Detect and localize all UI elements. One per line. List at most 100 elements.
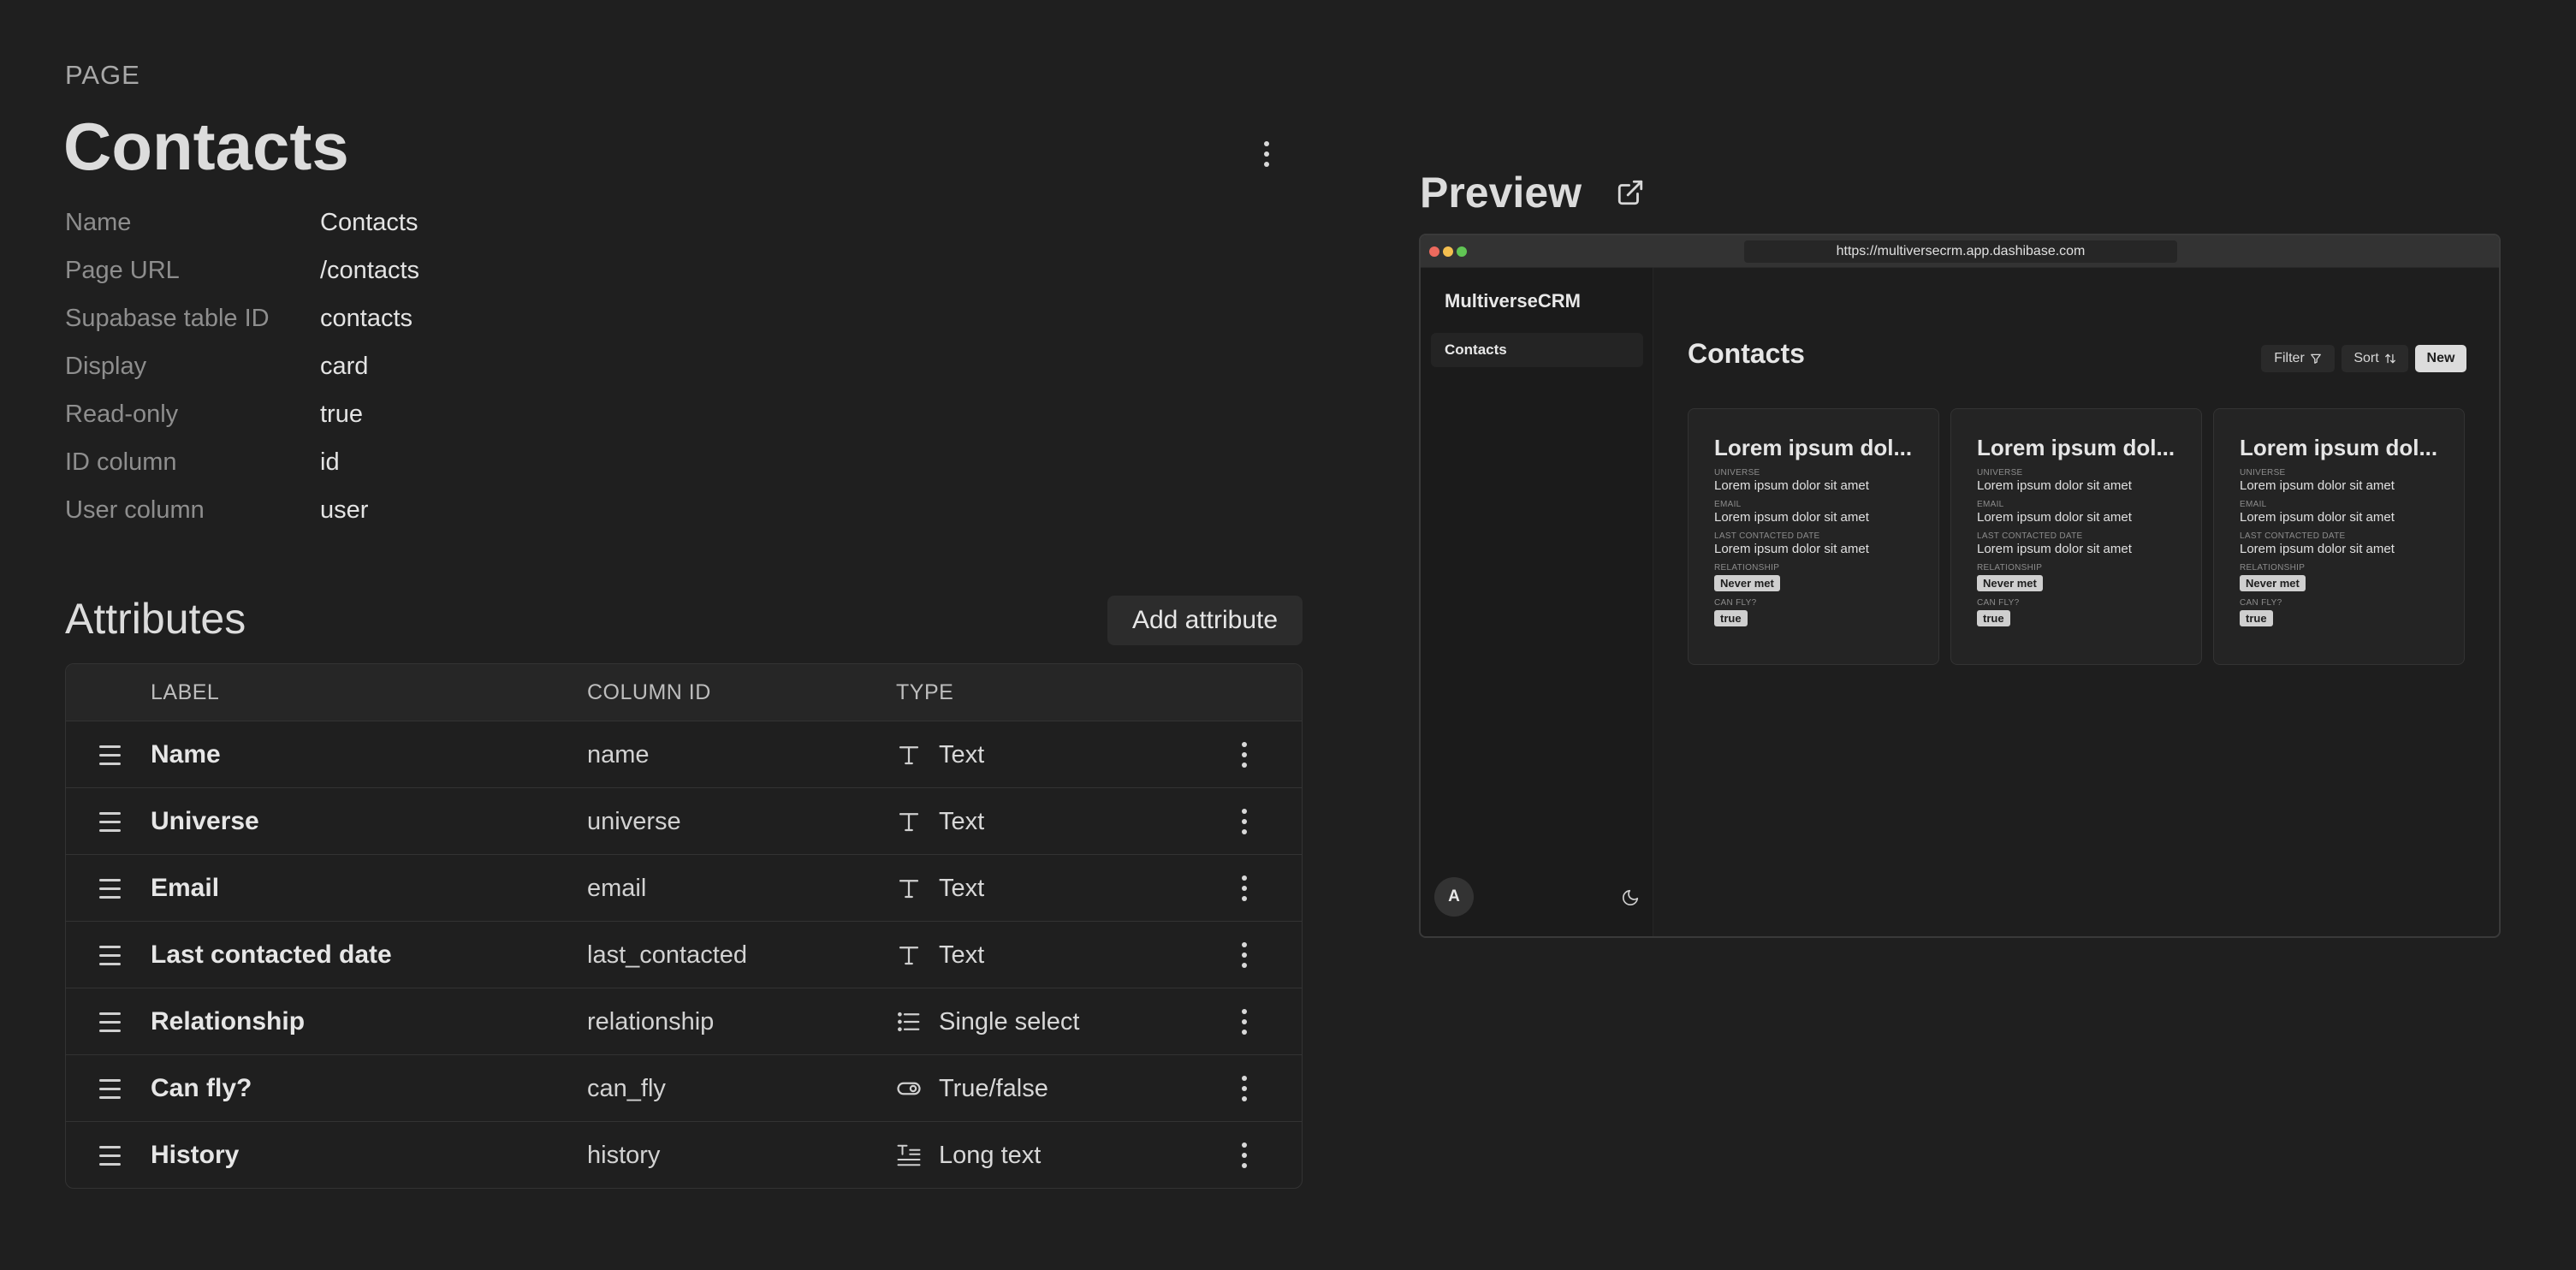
text-type-icon bbox=[899, 880, 919, 899]
card-field-label: RELATIONSHIP bbox=[1714, 563, 1780, 573]
row-more-button[interactable] bbox=[1232, 788, 1257, 855]
property-row: User column user bbox=[65, 486, 750, 534]
preview-filter-button[interactable]: Filter bbox=[2261, 345, 2335, 372]
preview-heading: Preview bbox=[1420, 169, 1582, 217]
external-link-icon[interactable] bbox=[1616, 178, 1645, 207]
relationship-tag: Never met bbox=[1714, 575, 1780, 591]
card-field-label: CAN FLY? bbox=[2240, 598, 2282, 608]
attribute-type: Single select bbox=[896, 988, 1079, 1055]
drag-handle-icon[interactable] bbox=[97, 855, 122, 922]
attribute-type-label: Single select bbox=[939, 1007, 1080, 1036]
preview-new-button[interactable]: New bbox=[2415, 345, 2466, 372]
table-row[interactable]: Relationship relationship Single select bbox=[66, 988, 1302, 1055]
table-row[interactable]: Name name Text bbox=[66, 721, 1302, 788]
text-type-icon bbox=[899, 813, 919, 832]
page-eyebrow: PAGE bbox=[65, 60, 140, 90]
attributes-table: LABEL COLUMN ID TYPE Name name Text Univ… bbox=[65, 663, 1303, 1189]
property-value: /contacts bbox=[320, 256, 420, 284]
list-icon bbox=[898, 1012, 920, 1032]
card-field-value: Lorem ipsum dolor sit amet bbox=[1714, 542, 1869, 556]
header-type: TYPE bbox=[896, 680, 954, 704]
row-more-button[interactable] bbox=[1232, 721, 1257, 788]
card-title: Lorem ipsum dol... bbox=[1714, 435, 1913, 460]
attribute-label: Universe bbox=[151, 807, 259, 835]
preview-card[interactable]: Lorem ipsum dol... UNIVERSE Lorem ipsum … bbox=[2213, 408, 2465, 665]
row-more-button[interactable] bbox=[1232, 855, 1257, 922]
property-key: ID column bbox=[65, 448, 177, 476]
sort-label: Sort bbox=[2353, 351, 2379, 365]
attribute-type-label: Text bbox=[939, 874, 985, 902]
drag-handle-icon[interactable] bbox=[97, 788, 122, 855]
preview-sidebar: MultiverseCRM Contacts A bbox=[1421, 268, 1653, 936]
table-header: LABEL COLUMN ID TYPE bbox=[66, 664, 1302, 721]
attribute-label: Email bbox=[151, 874, 220, 902]
drag-handle-icon[interactable] bbox=[97, 721, 122, 788]
preview-card[interactable]: Lorem ipsum dol... UNIVERSE Lorem ipsum … bbox=[1688, 408, 1939, 665]
card-field-label: CAN FLY? bbox=[1977, 598, 2020, 608]
minimize-dot-icon bbox=[1443, 246, 1453, 257]
text-type-icon bbox=[899, 947, 919, 965]
card-field-value: Lorem ipsum dolor sit amet bbox=[2240, 478, 2395, 493]
text-type-icon bbox=[899, 746, 919, 765]
property-row: Name Contacts bbox=[65, 199, 750, 246]
property-value: true bbox=[320, 400, 363, 428]
property-value: user bbox=[320, 496, 369, 524]
table-row[interactable]: Email email Text bbox=[66, 855, 1302, 922]
card-field-value: Lorem ipsum dolor sit amet bbox=[2240, 510, 2395, 525]
preview-url-bar: https://multiversecrm.app.dashibase.com bbox=[1744, 240, 2177, 263]
drag-handle-icon[interactable] bbox=[97, 988, 122, 1055]
attribute-label: Relationship bbox=[151, 1007, 306, 1036]
card-field-label: UNIVERSE bbox=[2240, 468, 2286, 478]
attribute-column-id: can_fly bbox=[587, 1074, 666, 1102]
page-more-button[interactable] bbox=[1253, 139, 1280, 169]
filter-icon bbox=[2310, 353, 2321, 364]
card-field-label: LAST CONTACTED DATE bbox=[1714, 531, 1820, 541]
table-row[interactable]: Universe universe Text bbox=[66, 788, 1302, 855]
row-more-button[interactable] bbox=[1232, 1122, 1257, 1188]
sort-icon bbox=[2384, 353, 2395, 364]
can-fly-tag: true bbox=[1714, 610, 1748, 626]
property-row: Read-only true bbox=[65, 390, 750, 438]
table-row[interactable]: Can fly? can_fly True/false bbox=[66, 1055, 1302, 1122]
can-fly-tag: true bbox=[2240, 610, 2273, 626]
preview-sort-button[interactable]: Sort bbox=[2342, 345, 2408, 372]
attribute-column-id: relationship bbox=[587, 1007, 715, 1036]
attribute-type: Text bbox=[896, 721, 984, 788]
avatar[interactable]: A bbox=[1434, 877, 1474, 917]
property-value: id bbox=[320, 448, 340, 476]
attribute-type-label: Text bbox=[939, 740, 985, 769]
row-more-button[interactable] bbox=[1232, 922, 1257, 988]
preview-nav-item-contacts[interactable]: Contacts bbox=[1431, 333, 1643, 367]
card-field-label: UNIVERSE bbox=[1977, 468, 2023, 478]
drag-handle-icon[interactable] bbox=[97, 1122, 122, 1188]
table-row[interactable]: History history Long text bbox=[66, 1122, 1302, 1188]
attribute-column-id: universe bbox=[587, 807, 681, 835]
row-more-button[interactable] bbox=[1232, 988, 1257, 1055]
attribute-type: Long text bbox=[896, 1122, 1042, 1188]
row-more-button[interactable] bbox=[1232, 1055, 1257, 1122]
add-attribute-button[interactable]: Add attribute bbox=[1107, 596, 1303, 645]
property-row: Supabase table ID contacts bbox=[65, 294, 750, 342]
card-field-value: Lorem ipsum dolor sit amet bbox=[1714, 510, 1869, 525]
attribute-column-id: email bbox=[587, 874, 647, 902]
property-value: Contacts bbox=[320, 208, 418, 236]
preview-card[interactable]: Lorem ipsum dol... UNIVERSE Lorem ipsum … bbox=[1950, 408, 2202, 665]
property-key: Supabase table ID bbox=[65, 304, 270, 332]
drag-handle-icon[interactable] bbox=[97, 922, 122, 988]
drag-handle-icon[interactable] bbox=[97, 1055, 122, 1122]
attribute-type: Text bbox=[896, 788, 984, 855]
attribute-type-label: Text bbox=[939, 807, 985, 835]
table-row[interactable]: Last contacted date last_contacted Text bbox=[66, 922, 1302, 988]
preview-frame: https://multiversecrm.app.dashibase.com … bbox=[1419, 234, 2501, 938]
card-field-label: EMAIL bbox=[1714, 500, 1742, 509]
property-value: card bbox=[320, 352, 369, 380]
attribute-type-label: Long text bbox=[939, 1141, 1042, 1169]
preview-page-title: Contacts bbox=[1688, 338, 1805, 369]
card-field-label: LAST CONTACTED DATE bbox=[2240, 531, 2346, 541]
attribute-label: Name bbox=[151, 740, 221, 769]
long-text-icon bbox=[897, 1144, 921, 1166]
attribute-label: History bbox=[151, 1141, 240, 1169]
relationship-tag: Never met bbox=[2240, 575, 2306, 591]
moon-icon[interactable] bbox=[1621, 888, 1640, 907]
preview-app-name: MultiverseCRM bbox=[1445, 290, 1581, 312]
